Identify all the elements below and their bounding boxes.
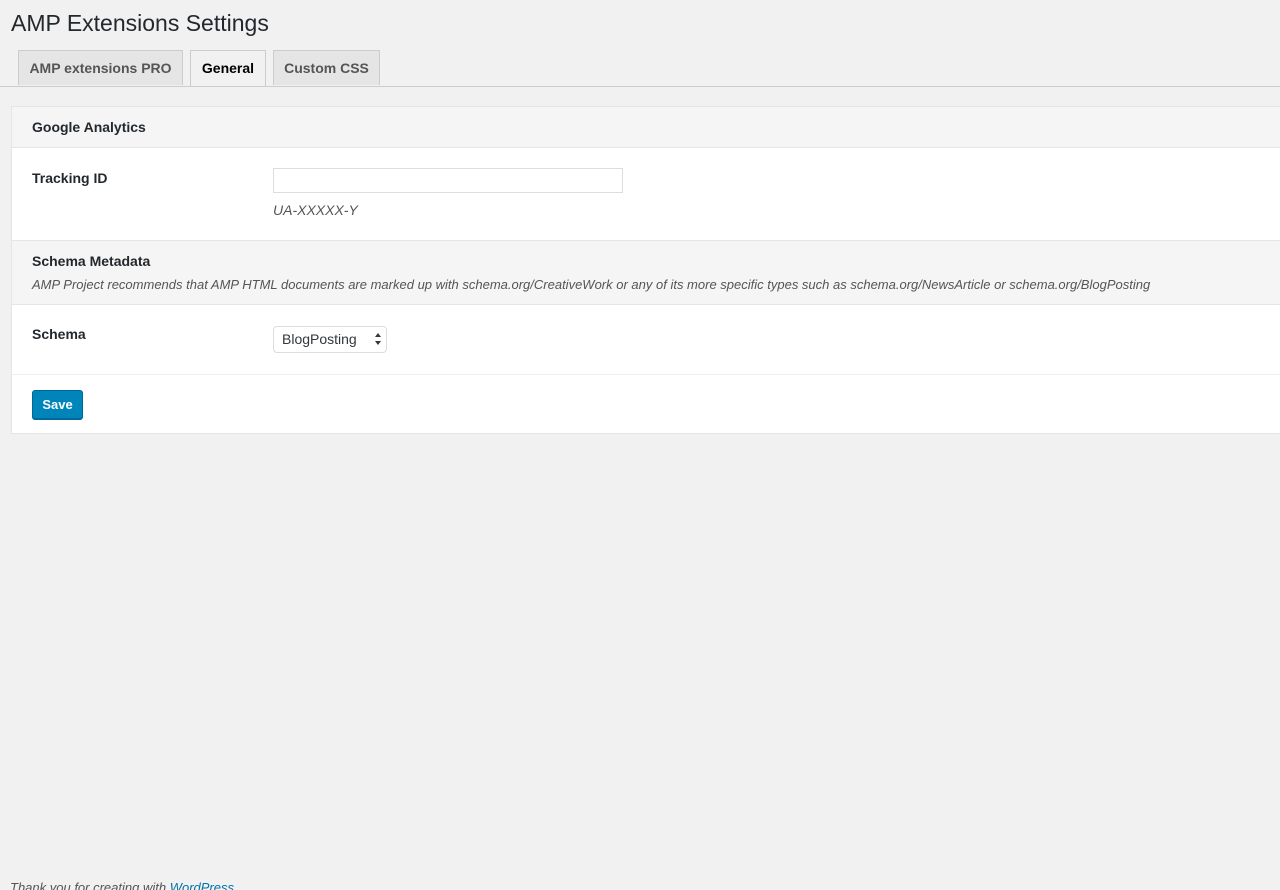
settings-page: AMP Extensions Settings AMP extensions P…	[0, 0, 1280, 890]
settings-panel: Google Analytics Tracking ID UA-XXXXX-Y …	[11, 106, 1280, 434]
save-button[interactable]: Save	[32, 390, 83, 419]
schema-select[interactable]: BlogPosting	[273, 326, 387, 353]
tracking-id-input[interactable]	[273, 168, 623, 193]
schema-metadata-title: Schema Metadata	[32, 253, 151, 269]
schema-select-value: BlogPosting	[282, 331, 357, 347]
tab-general[interactable]: General	[190, 50, 266, 86]
tab-bar: AMP extensions PRO General Custom CSS	[0, 50, 1280, 87]
select-arrows-icon	[375, 333, 381, 345]
footer-text: Thank you for creating with	[10, 880, 170, 890]
schema-metadata-header: Schema Metadata AMP Project recommends t…	[12, 240, 1280, 305]
schema-metadata-description: AMP Project recommends that AMP HTML doc…	[32, 277, 1151, 292]
actions-divider	[12, 374, 1280, 375]
footer-link[interactable]: WordPress	[170, 880, 234, 890]
tracking-id-label: Tracking ID	[32, 170, 108, 186]
google-analytics-title: Google Analytics	[32, 119, 146, 135]
google-analytics-header: Google Analytics	[12, 107, 1280, 148]
tab-custom-css[interactable]: Custom CSS	[273, 50, 380, 85]
schema-label: Schema	[32, 326, 86, 342]
tracking-id-hint: UA-XXXXX-Y	[273, 202, 358, 218]
page-title: AMP Extensions Settings	[11, 10, 269, 36]
tab-amp-extensions-pro[interactable]: AMP extensions PRO	[18, 50, 183, 85]
footer: Thank you for creating with WordPress	[10, 880, 234, 890]
